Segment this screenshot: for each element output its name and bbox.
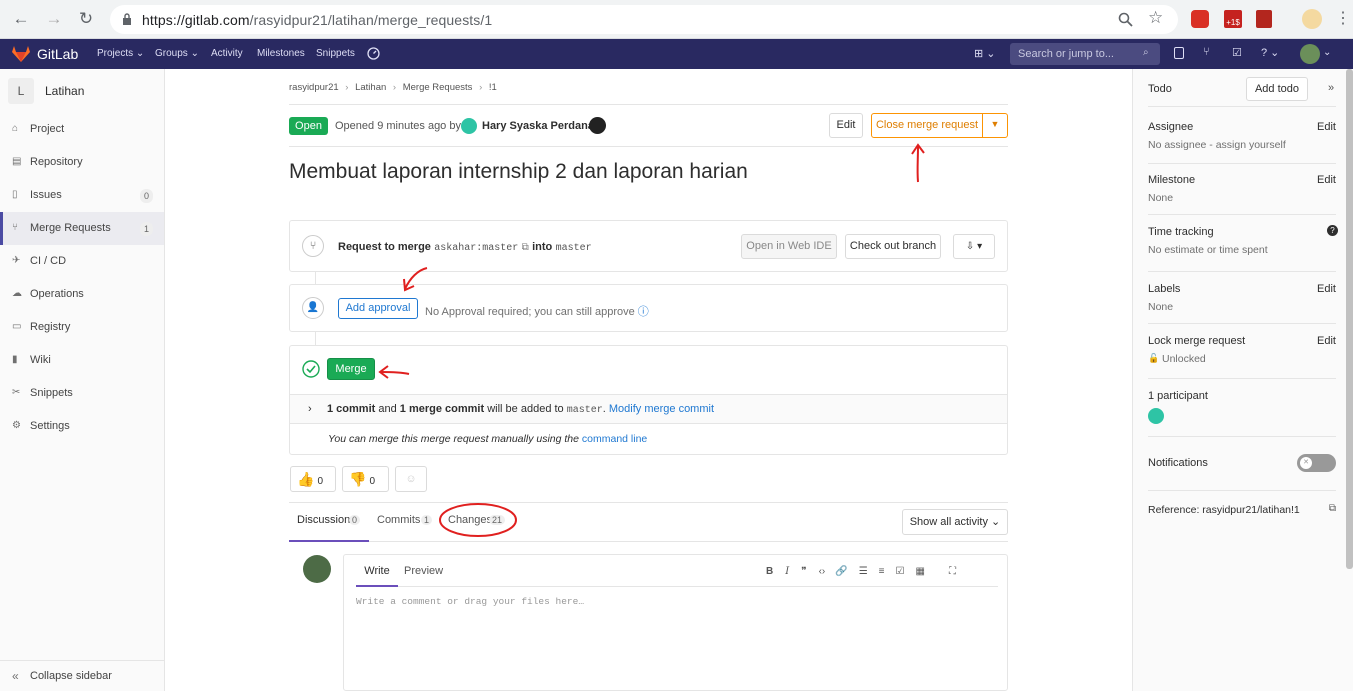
annotation-circle-changes — [439, 503, 517, 537]
annotation-overlay — [378, 143, 925, 537]
annotation-arrow-close — [911, 143, 925, 183]
annotation-arrow-merge — [378, 365, 410, 379]
annotation-arrow-approval — [403, 267, 428, 292]
